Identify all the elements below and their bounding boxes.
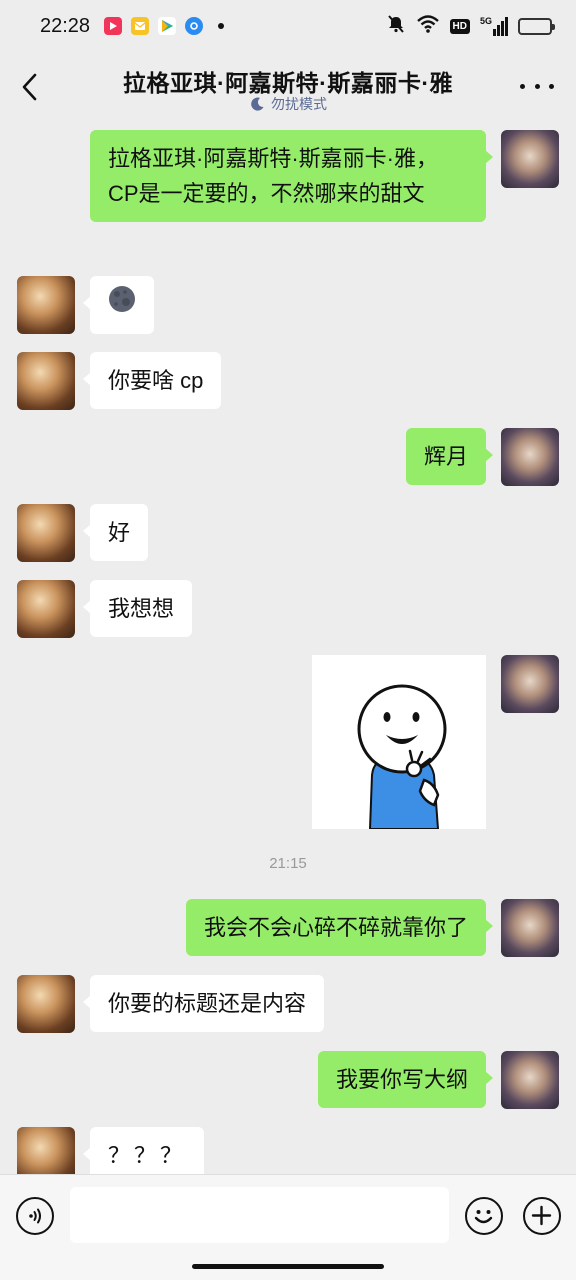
chat-timestamp: 21:15 (269, 855, 307, 872)
plus-icon (531, 1205, 552, 1226)
message-bubble-other[interactable]: 你要的标题还是内容 (82, 975, 325, 1032)
message-bubble-mine[interactable]: 辉月 (405, 428, 494, 485)
network-label: 5G (479, 15, 492, 26)
message-row: 好 (0, 504, 576, 562)
subtitle-text: 勿扰模式 (271, 96, 327, 112)
wifi-icon (416, 14, 440, 39)
voice-input-button[interactable] (16, 1197, 54, 1235)
hd-label: HD (452, 20, 467, 32)
browser-app-icon (185, 17, 204, 35)
notification-icons (104, 17, 225, 35)
more-actions-button[interactable] (523, 1197, 561, 1235)
message-row (0, 655, 576, 829)
battery-icon (518, 17, 555, 35)
message-input[interactable] (70, 1187, 449, 1243)
new-moon-emoji-icon (109, 286, 135, 312)
do-not-disturb-status: 勿扰模式 (0, 94, 576, 114)
more-notifications-icon (218, 23, 225, 29)
home-indicator[interactable] (192, 1264, 384, 1269)
my-avatar[interactable] (501, 428, 559, 486)
voice-wave-icon (29, 1208, 41, 1224)
smiley-face-icon (474, 1210, 493, 1224)
mail-app-icon (131, 17, 150, 35)
message-bubble-mine[interactable]: 我要你写大纲 (317, 1051, 494, 1108)
message-bubble-other[interactable] (83, 276, 154, 334)
status-bar: 22:28 HD 5G (0, 0, 576, 52)
my-avatar[interactable] (501, 130, 559, 188)
play-store-icon (158, 17, 177, 35)
message-row: 拉格亚琪·阿嘉斯特·斯嘉丽卡·雅， CP是一定要的，不然哪来的甜文 (0, 130, 576, 260)
status-right-icons: HD 5G (386, 14, 555, 39)
message-bubble-other[interactable]: 你要啥 cp (82, 352, 222, 409)
contact-avatar[interactable] (17, 276, 75, 334)
more-dot-icon (520, 83, 525, 89)
signal-5g-icon: 5G (479, 15, 508, 36)
message-row: ？？？ (0, 1127, 576, 1174)
message-bubble-mine[interactable]: 拉格亚琪·阿嘉斯特·斯嘉丽卡·雅， CP是一定要的，不然哪来的甜文 (90, 130, 493, 222)
emoji-button[interactable] (465, 1197, 503, 1235)
video-app-icon (104, 17, 123, 35)
message-bubble-other[interactable]: 好 (82, 504, 149, 561)
my-avatar[interactable] (501, 1051, 559, 1109)
message-bubble-other[interactable]: 我想想 (82, 580, 193, 637)
contact-avatar[interactable] (17, 1127, 75, 1174)
mute-icon (386, 14, 406, 39)
message-row: 我要你写大纲 (0, 1051, 576, 1109)
smiling-okay-person-sticker-icon (312, 655, 486, 829)
message-list[interactable]: 拉格亚琪·阿嘉斯特·斯嘉丽卡·雅， CP是一定要的，不然哪来的甜文 你要啥 cp… (0, 120, 576, 1174)
sticker-message[interactable] (312, 655, 486, 829)
moon-icon (251, 97, 264, 111)
contact-avatar[interactable] (17, 580, 75, 638)
status-time: 22:28 (40, 14, 91, 37)
message-row: 辉月 (0, 428, 576, 486)
message-bubble-other[interactable]: ？？？ (82, 1127, 205, 1174)
my-avatar[interactable] (501, 655, 559, 713)
message-row: 你要的标题还是内容 (0, 975, 576, 1033)
chat-header: 拉格亚琪·阿嘉斯特·斯嘉丽卡·雅 勿扰模式 (0, 52, 576, 120)
contact-avatar[interactable] (17, 352, 75, 410)
contact-avatar[interactable] (17, 975, 75, 1033)
message-row: 你要啥 cp (0, 352, 576, 410)
hd-icon: HD (449, 18, 470, 34)
my-avatar[interactable] (501, 899, 559, 957)
more-dot-icon (549, 83, 554, 89)
message-row: 我会不会心碎不碎就靠你了 (0, 899, 576, 957)
more-dot-icon (534, 83, 540, 89)
message-row: 我想想 (0, 580, 576, 638)
chat-title[interactable]: 拉格亚琪·阿嘉斯特·斯嘉丽卡·雅 (70, 64, 506, 98)
contact-avatar[interactable] (17, 504, 75, 562)
message-row (0, 276, 576, 334)
more-options-button[interactable] (520, 74, 554, 98)
message-bubble-mine[interactable]: 我会不会心碎不碎就靠你了 (185, 899, 494, 956)
